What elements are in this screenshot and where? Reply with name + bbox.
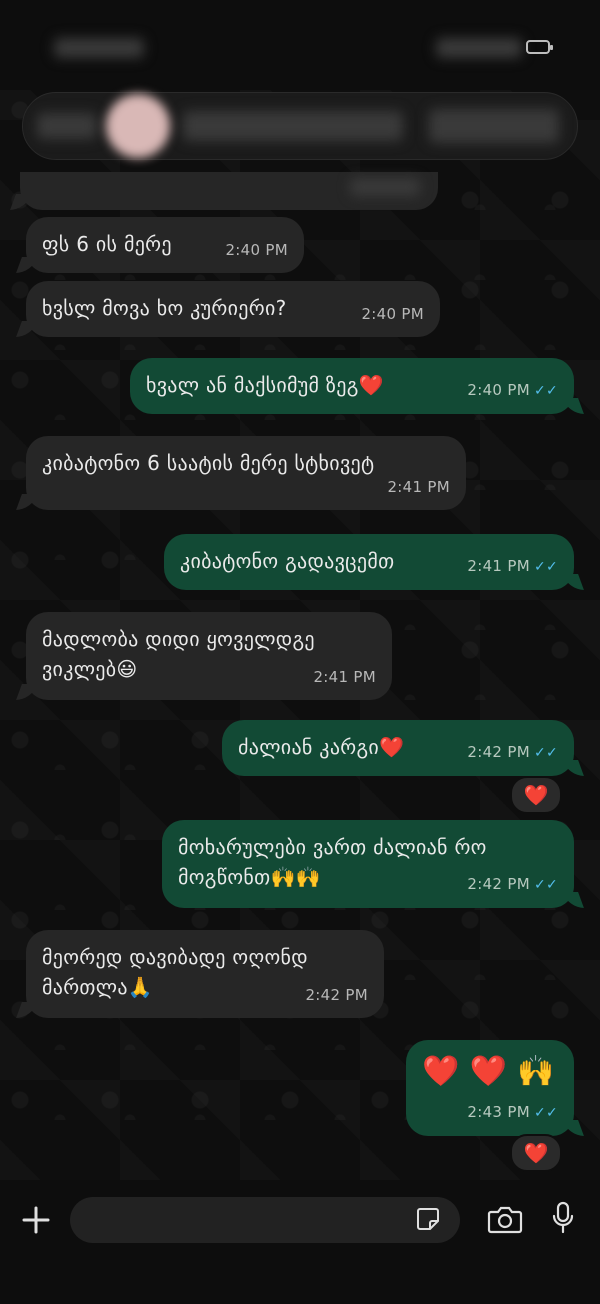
camera-icon[interactable]	[484, 1200, 526, 1238]
praying-hands-emoji: 🙏	[127, 975, 153, 999]
read-ticks-icon: ✓✓	[533, 559, 558, 575]
reaction-heart[interactable]: ❤️	[510, 1134, 562, 1172]
message-bubble-partial	[20, 172, 438, 210]
plus-icon[interactable]	[16, 1200, 56, 1240]
read-ticks-icon: ✓✓	[533, 877, 558, 893]
message-bubble[interactable]: ❤️ ❤️ 🙌 2:43 PM ✓✓	[406, 1040, 574, 1136]
message-bubble[interactable]: კიბატონო გადავცემთ 2:41 PM ✓✓	[164, 534, 574, 590]
raising-hands-emoji: 🙌🙌	[270, 865, 321, 889]
message-input[interactable]	[70, 1197, 460, 1243]
message-time: 2:42 PM ✓✓	[467, 743, 558, 761]
status-time-blurred	[54, 38, 144, 58]
message-bubble[interactable]: მოხარულები ვართ ძალიან რო მოგწონთ🙌🙌 2:42…	[162, 820, 574, 908]
microphone-icon[interactable]	[546, 1198, 580, 1238]
read-ticks-icon: ✓✓	[533, 383, 558, 399]
message-time: 2:42 PM ✓✓	[467, 875, 558, 893]
message-time: 2:41 PM ✓✓	[467, 557, 558, 575]
status-icons-blurred	[436, 38, 522, 58]
message-bubble[interactable]: მადლობა დიდი ყოველდგე ვიკლებ😃 2:41 PM	[26, 612, 392, 700]
status-bar	[0, 0, 600, 90]
message-bubble[interactable]: კიბატონო 6 საატის მერე სტხივეტ 2:41 PM	[26, 436, 466, 510]
message-bubble[interactable]: ძალიან კარგი❤️ 2:42 PM ✓✓	[222, 720, 574, 776]
heart-emoji: ❤️	[358, 373, 384, 397]
message-time: 2:43 PM ✓✓	[467, 1103, 558, 1121]
message-time: 2:40 PM	[361, 305, 424, 323]
back-button-blurred[interactable]	[37, 113, 97, 139]
message-bubble[interactable]: ხვალ ან მაქსიმუმ ზეგ❤️ 2:40 PM ✓✓	[130, 358, 574, 414]
sticker-icon[interactable]	[412, 1203, 444, 1235]
message-text: მოხარულები ვართ ძალიან რო მოგწონთ	[178, 835, 487, 889]
avatar[interactable]	[106, 94, 170, 158]
read-ticks-icon: ✓✓	[533, 1105, 558, 1121]
header-actions-blurred[interactable]	[429, 109, 559, 143]
message-text: მეორედ დავიბადე ოღონდ მართლა	[42, 945, 308, 999]
battery-icon	[526, 40, 553, 54]
message-text: ხვალ ან მაქსიმუმ ზეგ	[146, 373, 359, 397]
message-text: ფს 6 ის მერე	[42, 232, 172, 256]
message-bubble[interactable]: ფს 6 ის მერე 2:40 PM	[26, 217, 304, 273]
message-text: ძალიან კარგი	[238, 735, 380, 759]
contact-name-blurred[interactable]	[183, 111, 403, 141]
message-text: მადლობა დიდი ყოველდგე ვიკლებ	[42, 627, 315, 681]
message-time: 2:40 PM ✓✓	[467, 381, 558, 399]
message-time: 2:41 PM	[387, 478, 450, 496]
message-bubble[interactable]: მეორედ დავიბადე ოღონდ მართლა🙏 2:42 PM	[26, 930, 384, 1018]
message-time: 2:41 PM	[313, 668, 376, 686]
message-text: კიბატონო გადავცემთ	[180, 549, 395, 573]
partial-message-blurred	[350, 178, 420, 196]
message-text: კიბატონო 6 საატის მერე სტხივეტ	[42, 451, 375, 475]
reaction-heart[interactable]: ❤️	[510, 776, 562, 814]
message-time: 2:42 PM	[305, 986, 368, 1004]
message-text: ხვსლ მოვა ხო კურიერი?	[42, 296, 287, 320]
read-ticks-icon: ✓✓	[533, 745, 558, 761]
message-time: 2:40 PM	[225, 241, 288, 259]
heart-emoji: ❤️	[379, 735, 405, 759]
message-bubble[interactable]: ხვსლ მოვა ხო კურიერი? 2:40 PM	[26, 281, 440, 337]
smile-emoji: 😃	[116, 657, 138, 681]
emoji-message: ❤️ ❤️ 🙌	[422, 1054, 555, 1089]
